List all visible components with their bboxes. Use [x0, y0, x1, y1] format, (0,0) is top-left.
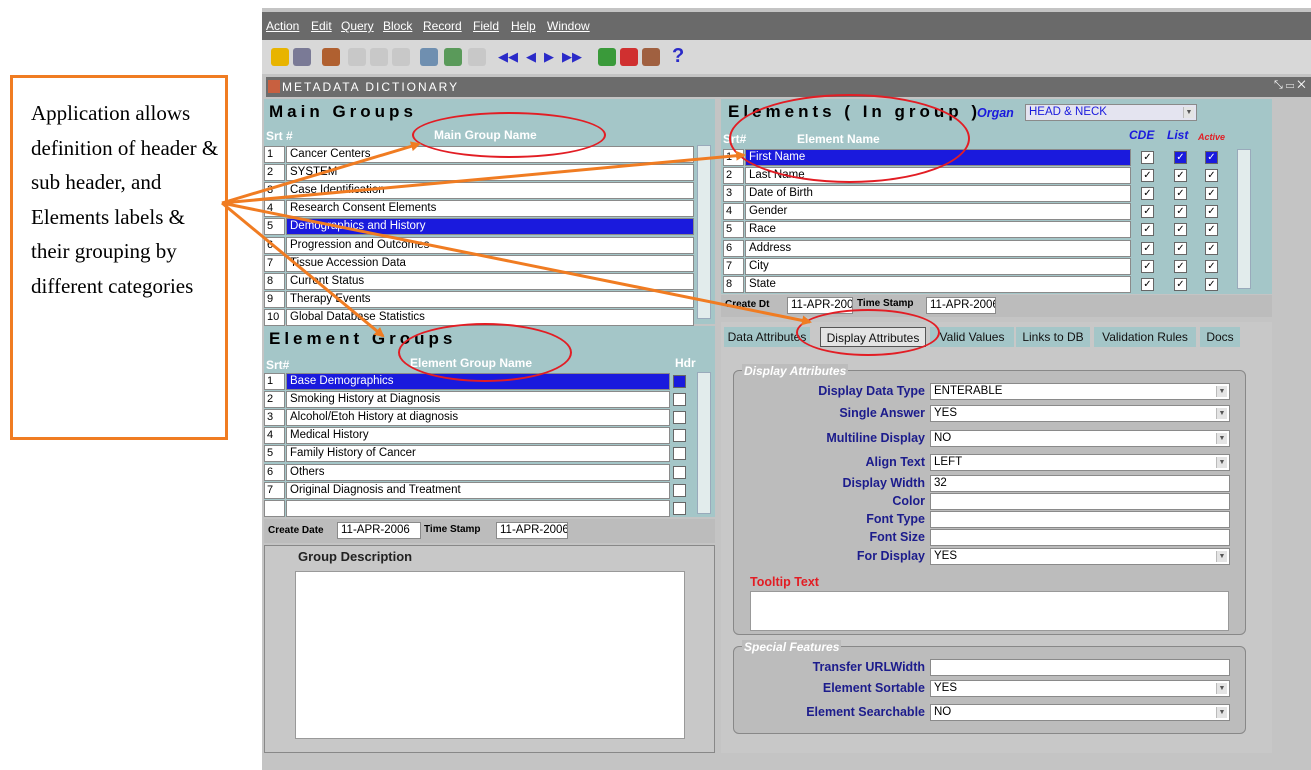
- arrow-to-display-attributes: [221, 201, 812, 326]
- annotation-arrows: [221, 141, 812, 338]
- arrow-to-element-group-name: [221, 201, 385, 338]
